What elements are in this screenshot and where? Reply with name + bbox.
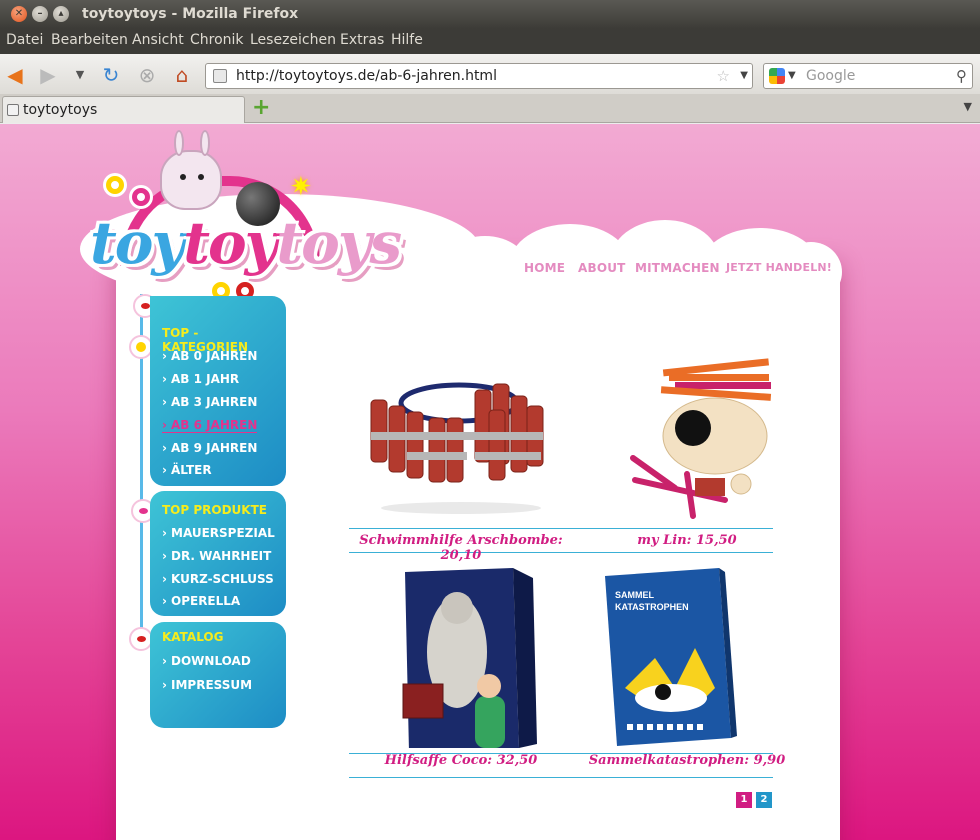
logo-part-3: toys [276, 209, 402, 277]
product-link-mauerspezial[interactable]: › MAUERSPEZIAL [162, 526, 275, 540]
chevron-right-icon: › [162, 678, 167, 692]
list-all-tabs-icon[interactable]: ▼ [964, 100, 972, 113]
chevron-right-icon: › [162, 526, 167, 540]
chevron-right-icon: › [162, 463, 167, 477]
menu-chronik[interactable]: Chronik [190, 32, 244, 48]
chevron-right-icon: › [162, 418, 167, 432]
menu-lesezeichen[interactable]: Lesezeichen [250, 32, 336, 48]
reload-icon[interactable]: ↻ [99, 63, 123, 87]
product-card[interactable]: Hilfsaffe Coco: 32,50 [349, 568, 573, 772]
product-card[interactable]: SAMMEL KATASTROPHEN Sammelkatastrophen: … [575, 568, 799, 772]
flower-icon [132, 188, 150, 206]
top-products-heading: TOP PRODUKTE [162, 503, 267, 517]
category-ab-6-jahren[interactable]: › AB 6 JAHREN [162, 418, 258, 433]
product-card[interactable]: my Lin: 15,50 [575, 348, 799, 552]
product-card[interactable]: Schwimmhilfe Arschbombe: 20,10 [349, 348, 573, 563]
nav-jetzt-handeln[interactable]: JETZT HANDELN! [726, 261, 832, 274]
tab-bar: toytoytoys + ▼ [0, 94, 980, 123]
bunny-mascot-icon [160, 130, 222, 210]
catalog-heading: KATALOG [162, 630, 224, 644]
product-link-operella[interactable]: › OPERELLA [162, 594, 240, 608]
product-image-dynamite[interactable] [349, 348, 573, 528]
menu-extras[interactable]: Extras [340, 32, 384, 48]
tab-toytoytoys[interactable]: toytoytoys [2, 96, 245, 123]
page-2-link[interactable]: 2 [756, 792, 772, 808]
chevron-right-icon: › [162, 654, 167, 668]
close-window-icon[interactable]: ✕ [11, 6, 27, 22]
category-ab-0-jahren[interactable]: › AB 0 JAHREN [162, 349, 257, 363]
categories-box: TOP - KATEGORIEN › AB 0 JAHREN › AB 1 JAHR… [150, 296, 286, 486]
menu-bearbeiten[interactable]: Bearbeiten [51, 32, 128, 48]
tab-label: toytoytoys [23, 102, 98, 118]
flower-icon [106, 176, 124, 194]
product-link-dr-wahrheit[interactable]: › DR. WAHRHEIT [162, 549, 271, 563]
catalog-impressum-link[interactable]: › IMPRESSUM [162, 678, 252, 692]
product-label[interactable]: Hilfsaffe Coco: 32,50 [349, 753, 573, 768]
spark-icon: ✷ [290, 172, 312, 202]
product-link-kurz-schluss[interactable]: › KURZ-SCHLUSS [162, 572, 274, 586]
back-icon[interactable]: ◀ [3, 63, 27, 87]
new-tab-icon[interactable]: + [252, 97, 270, 119]
category-aelter[interactable]: › ÄLTER [162, 463, 212, 477]
chevron-right-icon: › [162, 349, 167, 363]
home-icon[interactable]: ⌂ [170, 63, 194, 87]
logo-part-1: toy [90, 209, 185, 277]
product-image-my-lin[interactable] [575, 348, 799, 528]
favicon-icon [7, 104, 19, 116]
window-title: toytoytoys - Mozilla Firefox [82, 6, 299, 22]
window-titlebar: ✕ – ▴ toytoytoys - Mozilla Firefox [0, 0, 980, 29]
logo-part-2: toy [183, 209, 278, 277]
nav-about[interactable]: ABOUT [578, 261, 626, 275]
category-ab-9-jahren[interactable]: › AB 9 JAHREN [162, 441, 257, 455]
product-label[interactable]: Sammelkatastrophen: 9,90 [575, 753, 799, 768]
search-icon[interactable]: ⚲ [956, 64, 967, 88]
google-icon[interactable] [769, 68, 785, 84]
category-ab-3-jahren[interactable]: › AB 3 JAHREN [162, 395, 257, 409]
category-ab-1-jahr[interactable]: › AB 1 JAHR [162, 372, 239, 386]
menu-bar: Datei Bearbeiten Ansicht Chronik Lesezei… [0, 29, 980, 54]
url-text[interactable]: http://toytoytoys.de/ab-6-jahren.html [236, 64, 497, 88]
chevron-right-icon: › [162, 395, 167, 409]
product-label[interactable]: Schwimmhilfe Arschbombe: 20,10 [349, 533, 573, 563]
maximize-window-icon[interactable]: ▴ [53, 6, 69, 22]
nav-mitmachen[interactable]: MITMACHEN [635, 261, 720, 275]
history-dropdown-icon[interactable]: ▼ [68, 63, 92, 87]
url-bar[interactable]: http://toytoytoys.de/ab-6-jahren.html ☆ … [205, 63, 753, 89]
chevron-right-icon: › [162, 572, 167, 586]
url-dropdown-icon[interactable]: ▼ [740, 64, 748, 88]
stop-icon[interactable]: ⊗ [135, 63, 159, 87]
top-products-box: TOP PRODUKTE › MAUERSPEZIAL › DR. WAHRHEIT… [150, 491, 286, 616]
box-title-text: SAMMEL [615, 590, 654, 600]
product-row-divider [349, 777, 773, 778]
menu-ansicht[interactable]: Ansicht [132, 32, 184, 48]
forward-icon[interactable]: ▶ [36, 63, 60, 87]
site-identity-icon[interactable] [213, 69, 227, 83]
page-viewport: ✷ toytoytoys HOME ABOUT MITMACHEN JETZT … [0, 124, 980, 840]
catalog-box: KATALOG › DOWNLOAD › IMPRESSUM [150, 622, 286, 728]
chevron-right-icon: › [162, 594, 167, 608]
product-label[interactable]: my Lin: 15,50 [575, 533, 799, 548]
search-input[interactable]: Google [806, 64, 855, 88]
site-logo[interactable]: toytoytoys [90, 209, 402, 277]
menu-datei[interactable]: Datei [6, 32, 43, 48]
nav-home[interactable]: HOME [524, 261, 565, 275]
chevron-right-icon: › [162, 441, 167, 455]
box-title-text: KATASTROPHEN [615, 602, 689, 612]
catalog-download-link[interactable]: › DOWNLOAD [162, 654, 251, 668]
chevron-right-icon: › [162, 549, 167, 563]
bookmark-star-icon[interactable]: ☆ [717, 64, 730, 88]
search-engine-dropdown-icon[interactable]: ▼ [788, 64, 796, 88]
chevron-right-icon: › [162, 372, 167, 386]
minimize-window-icon[interactable]: – [32, 6, 48, 22]
menu-hilfe[interactable]: Hilfe [391, 32, 423, 48]
search-bar[interactable]: ▼ Google ⚲ [763, 63, 973, 89]
page-1-link[interactable]: 1 [736, 792, 752, 808]
product-image-hilfsaffe-coco[interactable] [349, 568, 573, 748]
product-image-sammelkatastrophen[interactable]: SAMMEL KATASTROPHEN [575, 568, 799, 748]
